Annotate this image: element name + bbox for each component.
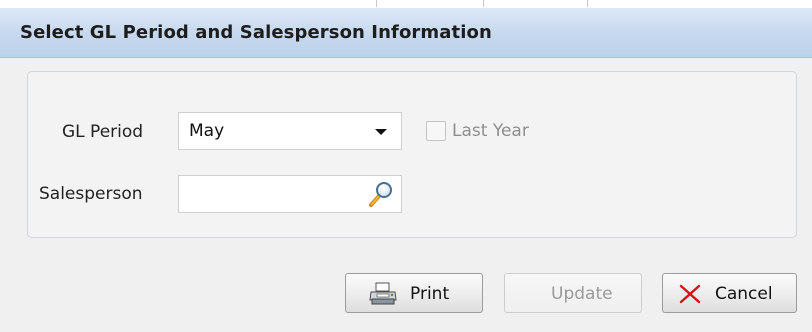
last-year-checkbox[interactable] — [426, 121, 446, 141]
dialog-title: Select GL Period and Salesperson Informa… — [20, 22, 492, 43]
cancel-button[interactable]: Cancel — [662, 273, 797, 313]
gl-period-label: GL Period — [62, 122, 144, 142]
gl-period-dialog: Select GL Period and Salesperson Informa… — [0, 0, 812, 332]
print-button-label: Print — [410, 284, 450, 304]
cancel-button-label: Cancel — [715, 284, 773, 304]
chevron-down-icon[interactable] — [375, 129, 387, 135]
top-strip — [0, 0, 812, 8]
printer-icon — [369, 282, 397, 305]
salesperson-input[interactable] — [178, 175, 402, 213]
close-icon — [679, 284, 701, 304]
update-button[interactable]: Update — [504, 273, 642, 313]
magnifier-icon[interactable] — [367, 180, 395, 208]
form-panel — [27, 71, 797, 238]
gl-period-dropdown[interactable]: May — [178, 112, 402, 150]
gl-period-value: May — [189, 121, 225, 141]
last-year-label: Last Year — [452, 121, 529, 141]
salesperson-label: Salesperson — [39, 184, 143, 204]
update-button-label: Update — [551, 284, 613, 304]
top-divider — [587, 0, 588, 7]
dialog-titlebar: Select GL Period and Salesperson Informa… — [0, 8, 812, 58]
print-button[interactable]: Print — [345, 273, 483, 313]
top-divider — [376, 0, 377, 7]
top-divider — [483, 0, 484, 7]
